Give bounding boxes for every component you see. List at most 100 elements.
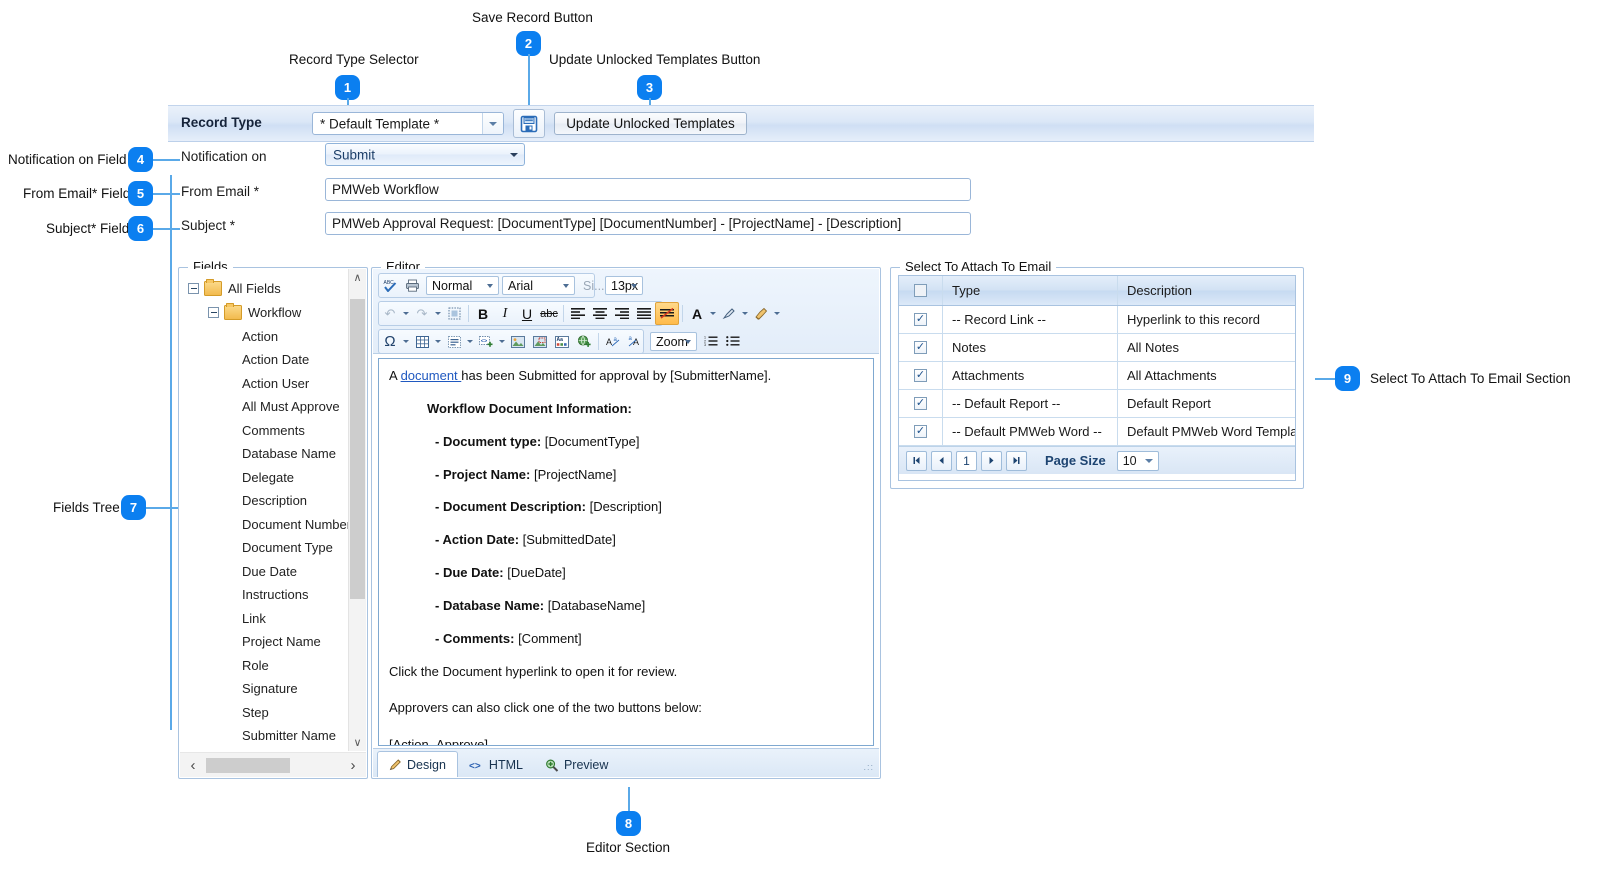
- prev-page-button[interactable]: [931, 450, 952, 471]
- image-map-icon[interactable]: [529, 331, 551, 352]
- tree-item[interactable]: Action: [242, 325, 278, 348]
- select-all-icon[interactable]: [443, 303, 465, 324]
- email-body-editor[interactable]: A document has been Submitted for approv…: [378, 358, 874, 746]
- undo-icon[interactable]: ↶: [379, 303, 401, 324]
- ordered-list-icon[interactable]: 123: [700, 331, 722, 352]
- scrollbar-thumb[interactable]: [350, 299, 365, 599]
- tree-item[interactable]: Due Date: [242, 560, 297, 583]
- scrollbar-thumb[interactable]: [206, 757, 290, 773]
- column-header-type[interactable]: Type: [943, 276, 1118, 305]
- insert-code-icon[interactable]: <>: [475, 331, 497, 352]
- spellcheck-icon[interactable]: ABC: [379, 275, 401, 296]
- strikethrough-button[interactable]: abc: [538, 303, 560, 324]
- tree-item[interactable]: Delegate: [242, 466, 294, 489]
- align-left-icon[interactable]: [567, 303, 589, 324]
- page-size-select[interactable]: 10: [1116, 450, 1159, 471]
- chevron-down-icon[interactable]: [504, 144, 524, 165]
- row-checkbox[interactable]: ✓: [914, 397, 927, 410]
- next-page-button[interactable]: [981, 450, 1002, 471]
- font-family-select[interactable]: Arial: [502, 276, 575, 295]
- insert-form-icon[interactable]: [443, 331, 465, 352]
- row-checkbox[interactable]: ✓: [914, 313, 927, 326]
- tree-item[interactable]: Link: [242, 607, 266, 630]
- row-checkbox-cell[interactable]: ✓: [899, 306, 943, 333]
- document-hyperlink[interactable]: document: [401, 368, 462, 383]
- tree-item[interactable]: Database Name: [242, 442, 336, 465]
- tab-html[interactable]: <> HTML: [458, 753, 534, 777]
- table-row[interactable]: ✓ -- Default PMWeb Word -- Default PMWeb…: [899, 418, 1295, 446]
- table-row[interactable]: ✓ Attachments All Attachments: [899, 362, 1295, 390]
- tree-item[interactable]: Role: [242, 654, 269, 677]
- save-record-button[interactable]: [513, 109, 545, 138]
- zoom-select[interactable]: Zoom: [650, 332, 697, 351]
- chevron-down-icon[interactable]: [497, 340, 507, 343]
- chevron-down-icon[interactable]: [401, 340, 411, 343]
- chevron-down-icon[interactable]: [433, 340, 443, 343]
- tree-node-all-fields[interactable]: All Fields: [188, 277, 281, 300]
- chevron-down-icon[interactable]: [708, 312, 718, 315]
- tree-item[interactable]: Instructions: [242, 583, 308, 606]
- chevron-down-icon[interactable]: [433, 312, 443, 315]
- bullet-list-icon[interactable]: [722, 331, 744, 352]
- tree-item[interactable]: Signature: [242, 677, 298, 700]
- insert-image-icon[interactable]: [507, 331, 529, 352]
- last-page-button[interactable]: [1006, 450, 1027, 471]
- tree-item[interactable]: All Must Approve: [242, 395, 340, 418]
- align-center-icon[interactable]: [589, 303, 611, 324]
- remove-format-icon[interactable]: [655, 302, 679, 325]
- align-justify-icon[interactable]: [633, 303, 655, 324]
- tree-node-workflow[interactable]: Workflow: [208, 301, 301, 324]
- table-row[interactable]: ✓ -- Default Report -- Default Report: [899, 390, 1295, 418]
- row-checkbox[interactable]: ✓: [914, 425, 927, 438]
- paragraph-style-select[interactable]: Normal: [426, 276, 499, 295]
- tab-preview[interactable]: Preview: [534, 753, 619, 777]
- select-all-checkbox[interactable]: [914, 284, 927, 297]
- notification-on-select[interactable]: Submit: [325, 143, 525, 166]
- fields-horizontal-scrollbar[interactable]: ‹ ›: [180, 752, 366, 777]
- scroll-down-icon[interactable]: ∨: [349, 734, 366, 751]
- row-checkbox-cell[interactable]: ✓: [899, 334, 943, 361]
- font-size-select[interactable]: 13px: [605, 276, 643, 295]
- superscript-button[interactable]: Aa: [602, 331, 624, 352]
- print-icon[interactable]: [401, 275, 423, 296]
- highlight-color-icon[interactable]: [718, 303, 740, 324]
- tree-item[interactable]: Step: [242, 701, 269, 724]
- first-page-button[interactable]: [906, 450, 927, 471]
- scroll-left-icon[interactable]: ‹: [180, 757, 206, 774]
- from-email-input[interactable]: PMWeb Workflow: [325, 178, 971, 201]
- insert-table-icon[interactable]: [411, 331, 433, 352]
- bold-button[interactable]: B: [472, 303, 494, 324]
- chevron-down-icon[interactable]: [740, 312, 750, 315]
- tree-item[interactable]: Description: [242, 489, 307, 512]
- underline-button[interactable]: U: [516, 303, 538, 324]
- fields-vertical-scrollbar[interactable]: ∧ ∨: [348, 269, 366, 751]
- italic-button[interactable]: I: [494, 303, 516, 324]
- table-row[interactable]: ✓ Notes All Notes: [899, 334, 1295, 362]
- tree-item[interactable]: Action User: [242, 372, 309, 395]
- tree-item[interactable]: Project Name: [242, 630, 321, 653]
- tree-item[interactable]: Action Date: [242, 348, 309, 371]
- tab-design[interactable]: Design: [377, 751, 458, 777]
- collapse-icon[interactable]: [208, 307, 219, 318]
- subscript-button[interactable]: Aa: [624, 331, 646, 352]
- row-checkbox[interactable]: ✓: [914, 369, 927, 382]
- table-row[interactable]: ✓ -- Record Link -- Hyperlink to this re…: [899, 306, 1295, 334]
- row-checkbox[interactable]: ✓: [914, 341, 927, 354]
- scroll-right-icon[interactable]: ›: [340, 757, 366, 774]
- current-page-input[interactable]: 1: [956, 450, 977, 471]
- insert-media-icon[interactable]: Aa: [551, 331, 573, 352]
- scroll-up-icon[interactable]: ∧: [349, 269, 366, 286]
- tree-item[interactable]: Document Number: [242, 513, 351, 536]
- fields-tree[interactable]: All Fields Workflow Action Action Date A…: [180, 269, 366, 752]
- row-checkbox-cell[interactable]: ✓: [899, 362, 943, 389]
- chevron-down-icon[interactable]: [465, 340, 475, 343]
- column-header-description[interactable]: Description: [1118, 276, 1295, 305]
- insert-hyperlink-icon[interactable]: [573, 331, 595, 352]
- align-right-icon[interactable]: [611, 303, 633, 324]
- chevron-down-icon[interactable]: [772, 312, 782, 315]
- row-checkbox-cell[interactable]: ✓: [899, 418, 943, 445]
- subject-input[interactable]: PMWeb Approval Request: [DocumentType] […: [325, 212, 971, 235]
- update-unlocked-templates-button[interactable]: Update Unlocked Templates: [554, 112, 747, 135]
- redo-icon[interactable]: ↷: [411, 303, 433, 324]
- tree-item[interactable]: Submitter Name: [242, 724, 336, 747]
